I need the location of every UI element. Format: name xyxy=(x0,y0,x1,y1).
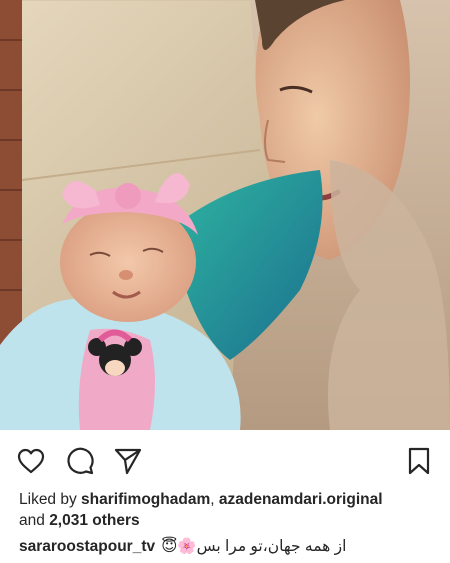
likes-prefix: Liked by xyxy=(19,491,77,508)
post-photo[interactable] xyxy=(0,0,450,430)
likes-summary: Liked by sharifimoghadam, azadenamdari.o… xyxy=(19,489,439,531)
caption-username[interactable]: sararoostapour_tv xyxy=(19,538,155,555)
caption-text: 😇🌸از همه جهان،تو مرا بس xyxy=(161,538,347,555)
bookmark-icon[interactable] xyxy=(404,446,434,476)
likes-and: and xyxy=(19,512,45,529)
instagram-post: Liked by sharifimoghadam, azadenamdari.o… xyxy=(0,0,450,563)
photo-illustration xyxy=(0,0,450,430)
heart-icon[interactable] xyxy=(16,446,46,476)
liker-username-2[interactable]: azadenamdari.original xyxy=(219,491,383,508)
post-caption: sararoostapour_tv 😇🌸از همه جهان،تو مرا بس xyxy=(19,536,439,557)
liker-username-1[interactable]: sharifimoghadam xyxy=(81,491,210,508)
comment-bubble-icon[interactable] xyxy=(65,446,95,476)
likes-separator: , xyxy=(210,491,215,508)
post-action-bar xyxy=(0,430,450,488)
paper-plane-icon[interactable] xyxy=(113,446,143,476)
likes-others-count[interactable]: 2,031 others xyxy=(49,512,139,529)
